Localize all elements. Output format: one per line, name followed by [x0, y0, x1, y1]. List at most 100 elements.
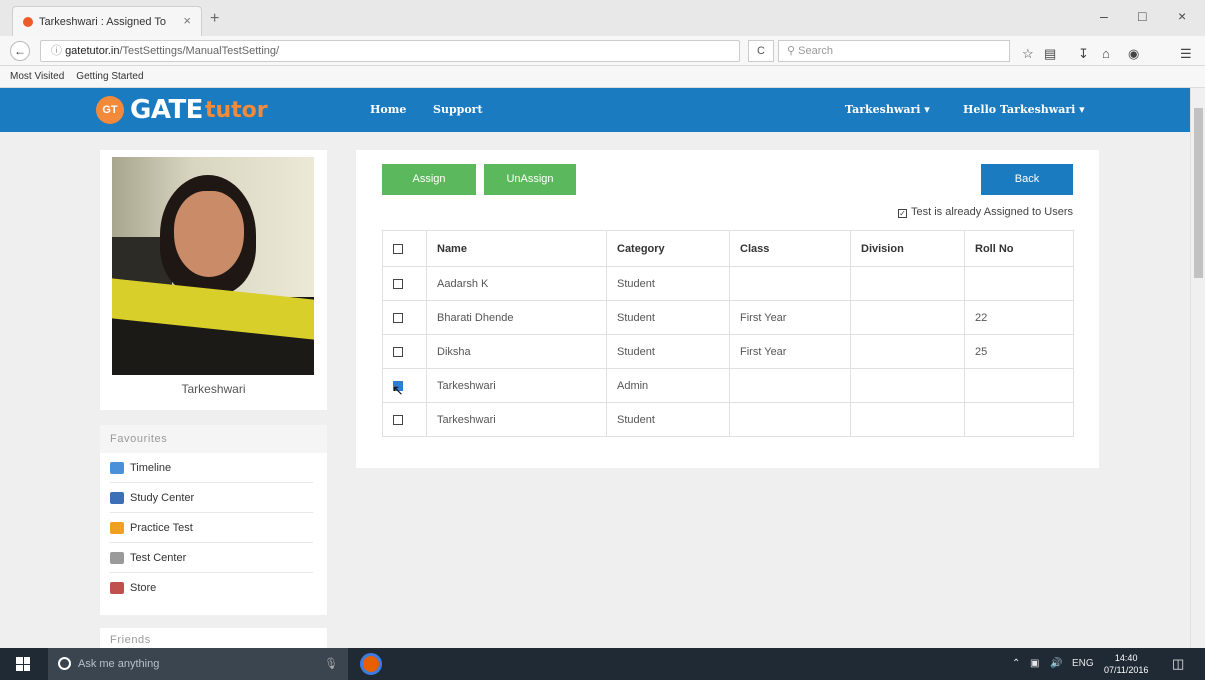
favourite-test-center[interactable]: Test Center: [110, 543, 313, 573]
unassign-button[interactable]: UnAssign: [484, 164, 576, 195]
row-select-cell: [382, 266, 427, 301]
maximize-icon[interactable]: □: [1138, 8, 1146, 24]
column-header-category[interactable]: Category: [606, 230, 730, 267]
row-checkbox[interactable]: [393, 312, 403, 323]
browser-nav-bar: ← ⓘ gatetutor.in/TestSettings/ManualTest…: [0, 36, 1205, 66]
url-host: gatetutor.in: [65, 45, 120, 57]
assign-button[interactable]: Assign: [382, 164, 476, 195]
minimize-icon[interactable]: –: [1100, 8, 1108, 24]
favourite-label: Study Center: [130, 491, 195, 504]
cell-division: [850, 368, 965, 403]
volume-icon[interactable]: 🔊: [1050, 648, 1062, 680]
column-header-name[interactable]: Name: [426, 230, 607, 267]
reading-list-icon[interactable]: ▤: [1044, 46, 1056, 62]
favourite-study-center[interactable]: Study Center: [110, 483, 313, 513]
cell-class: [729, 402, 851, 437]
select-all-cell: [382, 230, 427, 267]
favourite-practice-test[interactable]: Practice Test: [110, 513, 313, 543]
column-header-roll-no[interactable]: Roll No: [964, 230, 1074, 267]
cell-division: [850, 334, 965, 369]
select-all-checkbox[interactable]: [393, 243, 403, 254]
cortana-search-input[interactable]: Ask me anything 🎙: [48, 648, 348, 680]
close-window-icon[interactable]: ×: [1178, 8, 1186, 24]
back-button[interactable]: Back: [981, 164, 1073, 195]
cell-roll-no: [964, 368, 1074, 403]
table-header-row: Name Category Class Division Roll No: [382, 230, 1074, 267]
microphone-icon[interactable]: 🎙: [324, 648, 338, 680]
new-tab-button[interactable]: +: [210, 10, 219, 28]
downloads-icon[interactable]: ↧: [1078, 46, 1089, 62]
tab-close-icon[interactable]: ×: [183, 13, 191, 28]
search-icon: ⚲: [787, 45, 799, 57]
logo-gate-text: GATE: [130, 95, 203, 125]
tab-title: Tarkeshwari : Assigned To: [39, 15, 166, 28]
row-checkbox[interactable]: [393, 414, 403, 425]
mouse-cursor-icon: ↖: [392, 382, 404, 398]
table-row: Tarkeshwari Admin: [382, 368, 1074, 403]
clock-date: 07/11/2016: [1104, 665, 1149, 675]
url-path: /TestSettings/ManualTestSetting/: [119, 45, 280, 57]
browser-tab[interactable]: Tarkeshwari : Assigned To ×: [12, 6, 202, 36]
profile-photo[interactable]: [112, 157, 314, 375]
browser-search-input[interactable]: ⚲ Search: [778, 40, 1010, 62]
cell-class: [729, 368, 851, 403]
cell-name: Diksha: [426, 334, 607, 369]
column-header-division[interactable]: Division: [850, 230, 965, 267]
page-scrollbar[interactable]: [1190, 88, 1205, 648]
profile-card: Tarkeshwari: [100, 150, 327, 410]
table-row: Tarkeshwari Student: [382, 402, 1074, 437]
bookmark-star-icon[interactable]: ☆: [1022, 46, 1034, 62]
column-header-class[interactable]: Class: [729, 230, 851, 267]
cell-roll-no: 25: [964, 334, 1074, 369]
row-select-cell: [382, 368, 427, 403]
back-arrow-icon[interactable]: ←: [10, 41, 30, 61]
info-icon: ⓘ: [51, 45, 66, 57]
network-icon[interactable]: ▣: [1030, 648, 1039, 680]
store-icon: [110, 582, 124, 594]
language-indicator[interactable]: ENG: [1072, 648, 1094, 680]
favourites-panel: Favourites Timeline Study Center Practic…: [100, 425, 327, 615]
site-logo[interactable]: GT GATE tutor: [96, 94, 268, 126]
cell-category: Student: [606, 300, 730, 335]
cell-class: First Year: [729, 334, 851, 369]
menu-icon[interactable]: ☰: [1180, 46, 1192, 62]
reload-icon[interactable]: C: [748, 40, 774, 62]
tray-chevron-icon[interactable]: ⌃: [1012, 648, 1020, 680]
profile-name[interactable]: Tarkeshwari: [100, 382, 327, 396]
cell-division: [850, 266, 965, 301]
bookmark-most-visited[interactable]: Most Visited: [10, 71, 64, 82]
test-center-icon: [110, 551, 124, 564]
search-placeholder: Search: [798, 45, 833, 57]
favourites-title: Favourites: [100, 425, 327, 453]
nav-support-link[interactable]: Support: [433, 103, 483, 116]
favourite-label: Timeline: [130, 461, 172, 474]
browser-tab-bar: Tarkeshwari : Assigned To × + – □ ×: [0, 0, 1205, 36]
taskbar-clock[interactable]: 14:40 07/11/2016: [1104, 652, 1148, 676]
cell-class: First Year: [729, 300, 851, 335]
row-checkbox[interactable]: [393, 346, 403, 357]
favourite-store[interactable]: Store: [110, 573, 313, 603]
users-table: Name Category Class Division Roll No Aad…: [382, 230, 1074, 437]
nav-home-link[interactable]: Home: [370, 103, 406, 116]
favourite-timeline[interactable]: Timeline: [110, 453, 313, 483]
cell-category: Student: [606, 266, 730, 301]
site-header: GT GATE tutor Home Support Tarkeshwari ▾…: [0, 88, 1190, 132]
greeting-dropdown[interactable]: Hello Tarkeshwari ▾: [963, 103, 1085, 116]
bookmarks-bar: Most Visited Getting Started: [0, 66, 1205, 88]
table-row: Bharati Dhende Student First Year 22: [382, 300, 1074, 335]
bookmark-getting-started[interactable]: Getting Started: [76, 71, 143, 82]
windows-start-icon[interactable]: [16, 657, 30, 671]
firefox-taskbar-icon[interactable]: [360, 653, 382, 675]
timeline-icon: [110, 461, 124, 474]
address-bar[interactable]: ⓘ gatetutor.in/TestSettings/ManualTestSe…: [40, 40, 740, 62]
user-dropdown[interactable]: Tarkeshwari ▾: [845, 103, 930, 116]
cell-roll-no: [964, 266, 1074, 301]
windows-taskbar: Ask me anything 🎙 ⌃ ▣ 🔊 ENG 14:40 07/11/…: [0, 648, 1205, 680]
pocket-icon[interactable]: ◉: [1128, 46, 1139, 62]
home-icon[interactable]: ⌂: [1102, 46, 1110, 61]
cell-name: Tarkeshwari: [426, 402, 607, 437]
scrollbar-thumb[interactable]: [1194, 108, 1203, 278]
notifications-icon[interactable]: ◫: [1172, 648, 1184, 680]
friends-panel-title: Friends: [100, 628, 327, 648]
row-checkbox[interactable]: [393, 278, 403, 289]
